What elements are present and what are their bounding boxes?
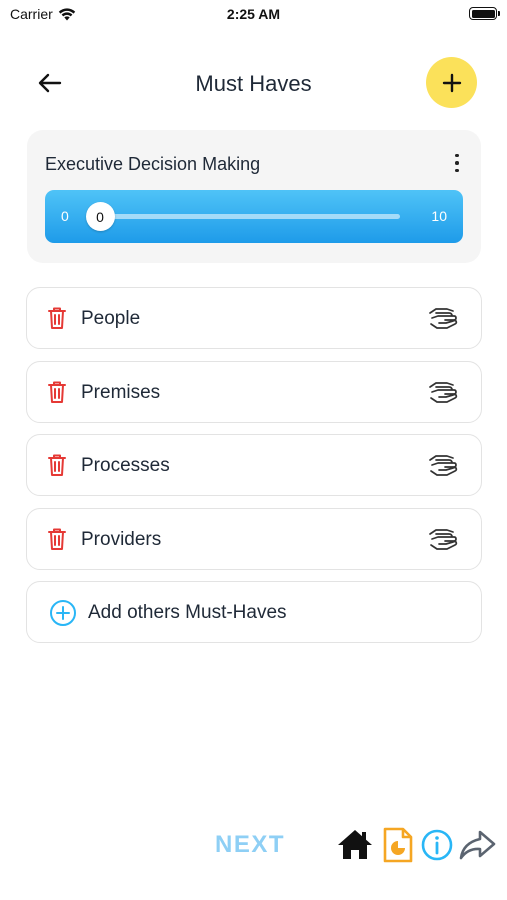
share-icon[interactable] xyxy=(458,826,496,864)
handshake-icon[interactable] xyxy=(427,378,459,408)
add-must-have-button[interactable]: Add others Must-Haves xyxy=(26,581,482,643)
status-bar: Carrier 2:25 AM xyxy=(0,0,507,30)
plus-circle-icon xyxy=(50,600,76,626)
more-vertical-icon[interactable] xyxy=(451,152,463,174)
trash-icon[interactable] xyxy=(46,380,68,404)
list-item-label: Premises xyxy=(81,381,161,403)
list-item-label: People xyxy=(81,308,141,329)
list-item-label: Providers xyxy=(81,528,162,550)
app-header: Must Haves xyxy=(0,56,507,110)
list-item-providers[interactable]: Providers xyxy=(26,507,482,570)
list-item-label: Processes xyxy=(81,455,170,476)
next-button[interactable]: NEXT xyxy=(215,831,285,859)
slider-track[interactable] xyxy=(100,214,400,219)
rating-slider[interactable]: 0 0 10 xyxy=(45,190,463,243)
info-icon[interactable] xyxy=(418,826,456,864)
home-icon[interactable] xyxy=(336,826,374,864)
rating-card: Executive Decision Making 0 0 10 xyxy=(27,130,481,263)
handshake-icon[interactable] xyxy=(427,451,459,481)
status-time: 2:25 AM xyxy=(226,6,281,22)
slider-thumb[interactable]: 0 xyxy=(85,202,115,231)
must-haves-list: People Premises Processes Providers Add … xyxy=(26,287,482,643)
plus-icon xyxy=(442,73,461,92)
trash-icon[interactable] xyxy=(46,527,68,551)
slider-max-label: 10 xyxy=(431,208,447,224)
handshake-icon[interactable] xyxy=(427,304,459,334)
slider-min-label: 0 xyxy=(61,208,69,224)
battery-icon xyxy=(469,7,500,20)
document-icon[interactable] xyxy=(379,826,417,864)
slider-value-label: 0 xyxy=(96,208,104,225)
list-item-people[interactable]: People xyxy=(26,287,482,349)
add-must-have-label: Add others Must-Haves xyxy=(88,602,287,623)
add-button[interactable] xyxy=(426,57,477,108)
handshake-icon[interactable] xyxy=(427,525,459,555)
list-item-premises[interactable]: Premises xyxy=(26,360,482,423)
trash-icon[interactable] xyxy=(46,453,68,477)
list-item-processes[interactable]: Processes xyxy=(26,434,482,496)
card-title: Executive Decision Making xyxy=(45,154,261,174)
trash-icon[interactable] xyxy=(46,306,68,330)
